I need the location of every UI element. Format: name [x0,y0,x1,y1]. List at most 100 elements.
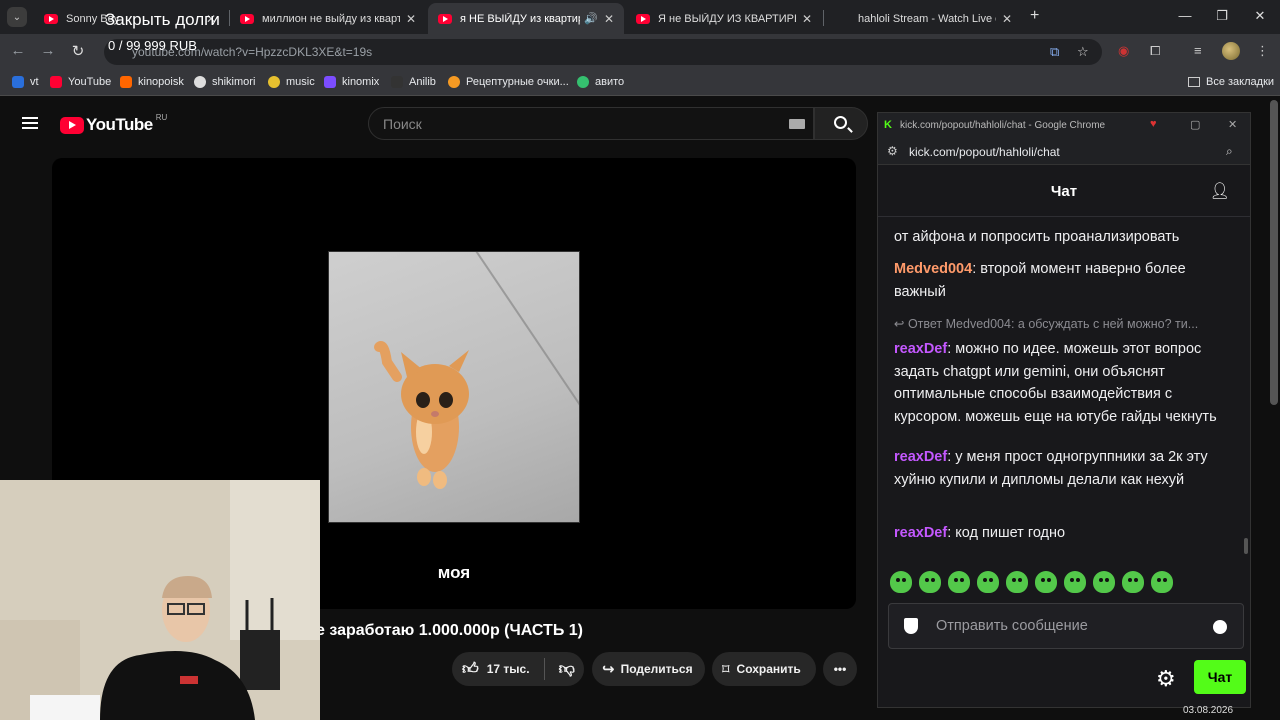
close-icon[interactable]: ✕ [1228,118,1237,131]
tab-4[interactable]: K hahloli Stream - Watch Live on ✕ [826,3,1022,34]
profile-avatar[interactable] [1222,42,1240,60]
music-icon [268,76,280,88]
bookmark-shikimori[interactable]: shikimori [194,76,255,88]
divider [543,658,545,680]
chat-username[interactable]: reaxDef [894,449,947,465]
dislike-icon[interactable]: 👎︎ [559,660,575,679]
address-bar[interactable]: youtube.com/watch?v=HpzzcDKL3XE&t=19s 0 … [104,38,1102,65]
emote-icon[interactable] [1006,571,1028,593]
save-button[interactable]: ⌑ Сохранить [712,652,816,686]
emote-icon[interactable] [890,571,912,593]
tab-search-button[interactable]: ⌄ [7,7,27,27]
emoji-icon[interactable] [1213,620,1227,634]
bookmark-label: shikimori [212,76,256,88]
kinomix-icon [324,76,336,88]
close-icon[interactable]: ✕ [604,12,614,26]
search-placeholder: Поиск [383,116,422,132]
like-dislike-group: 👍︎ 17 тыс. 👎︎ [452,652,584,686]
emote-icon[interactable] [948,571,970,593]
tab-2-active[interactable]: я НЕ ВЫЙДУ из квартиры, 🔊 ✕ [428,3,624,34]
menu-dots-icon[interactable]: ⋮ [1256,43,1269,59]
all-bookmarks-button[interactable]: Все закладки [1188,76,1274,88]
extension-icon[interactable]: ◉ [1118,43,1129,59]
emote-icon[interactable] [919,571,941,593]
close-icon[interactable]: ✕ [802,12,812,26]
more-actions-button[interactable]: ••• [823,652,857,686]
youtube-logo[interactable]: YouTube RU [60,113,167,135]
tab-3[interactable]: Я не ВЫЙДУ ИЗ КВАРТИРЫ, п ✕ [626,3,822,34]
bookmark-star-icon[interactable]: ☆ [1077,44,1089,60]
youtube-icon [50,76,62,88]
like-count[interactable]: 17 тыс. [487,662,530,676]
hamburger-menu-icon[interactable] [22,117,38,129]
kinopoisk-icon [120,76,132,88]
close-window-icon[interactable]: ✕ [1250,8,1270,24]
search-button[interactable] [814,107,868,140]
bookmark-music[interactable]: music [268,76,315,88]
zoom-icon[interactable]: ⌕ [1226,144,1233,159]
chat-message: reaxDef: у меня прост одногруппники за 2… [894,446,1224,491]
extensions-puzzle-icon[interactable]: ⧠ [1150,43,1160,59]
emote-icon[interactable] [1093,571,1115,593]
speaker-icon[interactable]: 🔊 [584,12,598,25]
chat-message-input[interactable]: Отправить сообщение [888,603,1244,649]
chat-message-text: от айфона и попросить проанализировать [894,229,1180,245]
search-icon [834,116,847,129]
emote-icon[interactable] [1035,571,1057,593]
chat-messages: от айфона и попросить проанализировать Me… [878,218,1250,563]
reading-list-icon[interactable]: ≡ [1194,43,1202,58]
popout-address-bar[interactable]: ⚙ kick.com/popout/hahloli/chat ⌕ [878,139,1250,165]
bookmark-youtube[interactable]: YouTube [50,76,111,88]
bookmark-kinopoisk[interactable]: kinopoisk [120,76,184,88]
video-title: е заработаю 1.000.000р (ЧАСТЬ 1) [316,622,583,639]
bookmark-label: kinopoisk [138,76,184,88]
bookmark-anilib[interactable]: Anilib [391,76,436,88]
share-button[interactable]: ↪ Поделиться [592,652,705,686]
chat-header: Чат 👤︎ [878,165,1250,217]
kick-icon: K [884,119,892,131]
tab-title: hahloli Stream - Watch Live on [858,12,996,25]
back-icon[interactable]: ← [8,42,28,59]
chat-message: reaxDef: код пишет годно [894,522,1224,545]
keyboard-icon[interactable] [789,119,805,129]
new-tab-button[interactable]: + [1030,7,1039,25]
forward-icon[interactable]: → [38,42,58,59]
popout-url: kick.com/popout/hahloli/chat [909,145,1060,159]
reply-context[interactable]: ↩ Ответ Medved004: а обсуждать с ней мож… [894,316,1234,331]
bookmark-avito[interactable]: авито [577,76,624,88]
emote-icon[interactable] [1122,571,1144,593]
page-scrollbar[interactable] [1270,100,1278,405]
heart-icon[interactable]: ♥ [1150,118,1157,130]
maximize-icon[interactable]: ❐ [1212,8,1232,24]
like-icon[interactable]: 👍︎ [462,660,479,679]
chat-title: Чат [1050,183,1078,200]
bookmark-kinomix[interactable]: kinomix [324,76,379,88]
chat-settings-icon[interactable]: ⚙ [1156,666,1176,692]
maximize-icon[interactable]: ▢ [1190,118,1200,131]
chat-username[interactable]: reaxDef [894,525,947,541]
close-icon[interactable]: ✕ [1002,12,1012,26]
emote-icon[interactable] [1151,571,1173,593]
folder-icon [1188,77,1200,87]
users-icon[interactable]: 👤︎ [1210,181,1230,201]
translate-icon[interactable]: ⧉ [1050,44,1059,60]
screen: ⌄ Sonny Boy ✕ миллион не выйду из кварти… [0,0,1280,720]
reload-icon[interactable]: ↻ [68,42,88,60]
minimize-icon[interactable]: — [1175,8,1195,23]
bookmark-glasses[interactable]: Рецептурные очки... [448,76,569,88]
youtube-icon [240,13,254,24]
chat-scrollbar[interactable] [1244,538,1248,554]
emote-icon[interactable] [1064,571,1086,593]
search-input[interactable]: Поиск [368,107,814,140]
bookmarks-bar: vt YouTube kinopoisk shikimori music kin… [0,70,1280,96]
bookmark-vt[interactable]: vt [12,76,39,88]
chat-send-button[interactable]: Чат [1194,660,1246,694]
emote-icon[interactable] [977,571,999,593]
site-settings-icon[interactable]: ⚙ [887,144,898,158]
tab-1[interactable]: миллион не выйду из квартир ✕ [230,3,426,34]
chat-input-placeholder: Отправить сообщение [936,618,1088,634]
close-icon[interactable]: ✕ [406,12,416,26]
save-label: Сохранить [736,662,801,676]
chat-username[interactable]: reaxDef [894,341,947,357]
chat-username[interactable]: Medved004 [894,261,972,277]
